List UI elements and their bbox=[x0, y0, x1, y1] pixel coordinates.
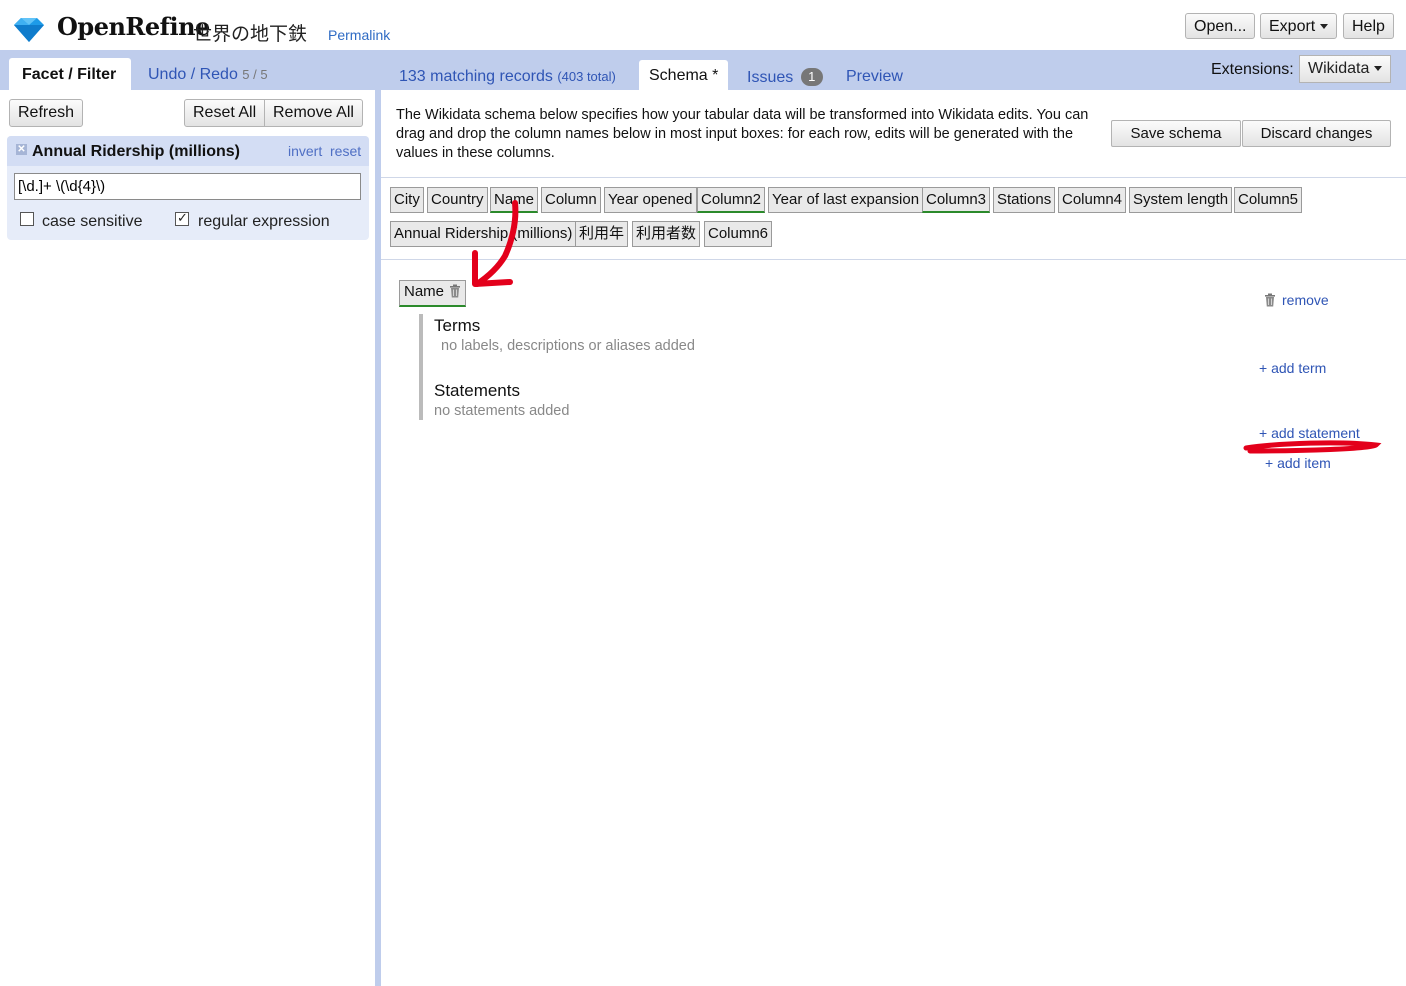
regular-expression-checkbox[interactable]: ✓ bbox=[175, 210, 189, 226]
matching-records[interactable]: 133 matching records (403 total) bbox=[399, 68, 616, 86]
item-subject-label: Name bbox=[404, 283, 445, 300]
project-name[interactable]: 世界の地下鉄 bbox=[193, 19, 307, 46]
left-panel: Facet / Filter Undo / Redo 5 / 5 Refresh… bbox=[0, 50, 375, 986]
column-chip[interactable]: Column bbox=[541, 187, 601, 213]
text-filter-facet: ✕ Annual Ridership (millions) invert res… bbox=[7, 136, 369, 240]
item-subject-name[interactable]: Name bbox=[399, 280, 467, 307]
column-chip[interactable]: Year opened bbox=[604, 187, 697, 213]
column-chip[interactable]: 利用年 bbox=[575, 221, 629, 247]
open-button-label: Open... bbox=[1194, 18, 1247, 35]
facet-title: Annual Ridership (millions) bbox=[32, 143, 241, 160]
column-chip[interactable]: Column6 bbox=[704, 221, 773, 247]
tab-facet-filter[interactable]: Facet / Filter bbox=[9, 58, 131, 91]
extensions-label: Extensions: bbox=[1211, 61, 1294, 78]
terms-heading: Terms bbox=[434, 316, 481, 335]
open-button[interactable]: Open... bbox=[1185, 13, 1256, 39]
remove-item-link[interactable]: remove bbox=[1264, 292, 1329, 308]
column-chip[interactable]: Stations bbox=[993, 187, 1056, 213]
statements-empty-message: no statements added bbox=[434, 403, 570, 419]
annotation-underline bbox=[1243, 440, 1382, 454]
help-button-label: Help bbox=[1352, 18, 1385, 35]
tab-preview[interactable]: Preview bbox=[846, 68, 903, 86]
column-chip[interactable]: City bbox=[390, 187, 424, 213]
tab-undo-redo[interactable]: Undo / Redo 5 / 5 bbox=[148, 66, 268, 84]
annotation-arrow bbox=[472, 200, 519, 287]
remove-item-label: remove bbox=[1282, 292, 1329, 308]
trash-icon bbox=[1265, 293, 1275, 307]
trash-icon[interactable] bbox=[449, 283, 461, 305]
export-button-label: Export bbox=[1269, 18, 1316, 35]
column-chip[interactable]: Column5 bbox=[1234, 187, 1303, 213]
regular-expression-label: regular expression bbox=[198, 213, 330, 230]
chevron-down-icon bbox=[1320, 24, 1329, 30]
chevron-down-icon bbox=[1374, 66, 1383, 72]
add-item-link[interactable]: + add item bbox=[1265, 455, 1331, 471]
records-total: (403 total) bbox=[557, 69, 616, 84]
tab-issues[interactable]: Issues 1 bbox=[747, 68, 823, 87]
column-chip[interactable]: Column4 bbox=[1058, 187, 1127, 213]
permalink-link[interactable]: Permalink bbox=[328, 27, 390, 43]
app-name[interactable]: OpenRefine bbox=[57, 12, 210, 41]
column-chip[interactable]: System length bbox=[1129, 187, 1233, 213]
undo-count: 5 / 5 bbox=[242, 67, 268, 82]
openrefine-diamond-icon[interactable] bbox=[12, 16, 46, 44]
item-body-border bbox=[419, 314, 423, 420]
export-button[interactable]: Export bbox=[1260, 13, 1338, 39]
case-sensitive-checkbox[interactable] bbox=[20, 212, 34, 226]
column-chip[interactable]: Column2 bbox=[697, 187, 766, 213]
statements-heading: Statements bbox=[434, 381, 520, 400]
facet-invert-link[interactable]: invert bbox=[288, 143, 322, 159]
facet-header: ✕ Annual Ridership (millions) invert res… bbox=[7, 136, 369, 166]
divider bbox=[381, 259, 1406, 260]
tab-schema[interactable]: Schema * bbox=[639, 60, 728, 91]
column-chip[interactable]: Column3 bbox=[922, 187, 991, 213]
checkmark-icon: ✓ bbox=[177, 210, 188, 225]
save-schema-button[interactable]: Save schema bbox=[1111, 120, 1241, 147]
column-chip[interactable]: 利用者数 bbox=[632, 221, 701, 247]
case-sensitive-label: case sensitive bbox=[42, 213, 143, 230]
facet-search-input[interactable] bbox=[14, 173, 361, 200]
tab-undo-redo-label: Undo / Redo bbox=[148, 66, 238, 83]
right-tab-bar: 133 matching records (403 total) Schema … bbox=[381, 50, 1406, 91]
panel-divider[interactable] bbox=[375, 50, 381, 986]
issues-count-badge: 1 bbox=[800, 68, 823, 86]
discard-changes-button[interactable]: Discard changes bbox=[1242, 120, 1391, 147]
divider bbox=[381, 177, 1406, 178]
records-count: 133 matching records bbox=[399, 68, 553, 85]
terms-empty-message: no labels, descriptions or aliases added bbox=[441, 338, 695, 354]
extensions-wikidata-button[interactable]: Wikidata bbox=[1299, 55, 1392, 83]
column-chip[interactable]: Year of last expansion bbox=[768, 187, 924, 213]
facet-reset-link[interactable]: reset bbox=[330, 143, 361, 159]
add-term-link[interactable]: + add term bbox=[1259, 360, 1326, 376]
left-tab-bar: Facet / Filter Undo / Redo 5 / 5 bbox=[0, 50, 375, 91]
schema-description: The Wikidata schema below specifies how … bbox=[396, 107, 1089, 161]
header: OpenRefine 世界の地下鉄 Permalink Open... Expo… bbox=[0, 0, 1406, 50]
help-button[interactable]: Help bbox=[1343, 13, 1394, 39]
tab-issues-label: Issues bbox=[747, 69, 794, 86]
remove-all-button[interactable]: Remove All bbox=[265, 99, 363, 127]
refresh-button[interactable]: Refresh bbox=[9, 99, 84, 127]
close-icon[interactable]: ✕ bbox=[16, 144, 27, 155]
reset-all-button[interactable]: Reset All bbox=[184, 99, 266, 127]
extensions-value: Wikidata bbox=[1308, 60, 1370, 77]
